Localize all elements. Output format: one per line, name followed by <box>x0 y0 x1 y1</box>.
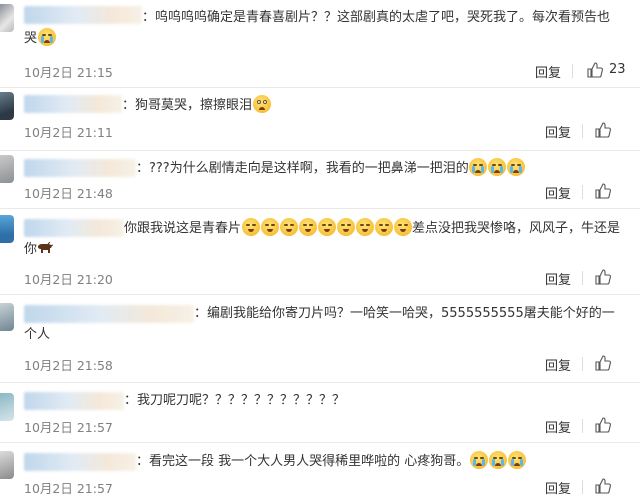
thumbs-up-icon[interactable] <box>594 182 612 200</box>
comment-date: 10月2日 21:11 <box>24 125 113 140</box>
thumbs-up-icon[interactable] <box>594 268 612 286</box>
avatar[interactable] <box>0 4 14 32</box>
crying-emoji-icon <box>37 28 56 46</box>
reply-button[interactable]: 回复 <box>545 269 571 288</box>
bull-icon <box>38 242 54 253</box>
comment-item: ：狗哥莫哭，擦擦眼泪 10月2日 21:11 回复 <box>0 88 640 148</box>
divider <box>582 480 583 494</box>
reply-button[interactable]: 回复 <box>545 355 571 374</box>
like-count: 23 <box>609 62 626 77</box>
comment-date: 10月2日 21:15 <box>24 65 113 80</box>
comment-text: ：编剧我能给你寄刀片吗？一哈笑一哈哭，5555555555屠夫能个好的一个人 <box>24 303 622 345</box>
divider <box>582 124 583 138</box>
smirk-emoji-icon <box>355 218 374 236</box>
comment-text: ：狗哥莫哭，擦擦眼泪 <box>24 95 622 116</box>
thumbs-up-icon[interactable] <box>594 121 612 139</box>
divider <box>572 64 573 78</box>
comment-item: ：???为什么剧情走向是这样啊，我看的一把鼻涕一把泪的 10月2日 21:48 … <box>0 151 640 206</box>
crying-emoji-icon <box>469 158 488 176</box>
smirk-emoji-icon <box>374 218 393 236</box>
comment-body-part-a: 你跟我说这是青春片 <box>124 221 242 236</box>
avatar[interactable] <box>0 303 14 331</box>
smirk-emoji-icon <box>241 218 260 236</box>
comment-body: ：我刀呢刀呢？？？？？？？？？？？ <box>124 393 346 408</box>
divider <box>582 357 583 371</box>
smirk-emoji-icon <box>260 218 279 236</box>
comment-text: 你跟我说这是青春片 差点没把我哭惨咯，风风子，牛还是你 <box>24 218 622 260</box>
avatar[interactable] <box>0 451 14 479</box>
comment-date: 10月2日 21:57 <box>24 481 113 496</box>
smirk-emoji-icon <box>317 218 336 236</box>
reply-button[interactable]: 回复 <box>545 478 571 497</box>
comment-body: ：狗哥莫哭，擦擦眼泪 <box>122 98 253 113</box>
comment-body: ：看完这一段 我一个大人男人哭得稀里哗啦的 心疼狗哥。 <box>136 454 470 469</box>
comment-text: ：???为什么剧情走向是这样啊，我看的一把鼻涕一把泪的 <box>24 158 622 179</box>
crying-emoji-icon <box>488 158 507 176</box>
thumbs-up-icon[interactable] <box>594 416 612 434</box>
reply-button[interactable]: 回复 <box>545 417 571 436</box>
reply-button[interactable]: 回复 <box>535 62 561 81</box>
smirk-emoji-icon <box>298 218 317 236</box>
avatar[interactable] <box>0 155 14 183</box>
thumbs-up-icon[interactable] <box>594 354 612 372</box>
thumbs-up-icon[interactable] <box>586 61 604 79</box>
crying-emoji-icon <box>507 451 526 469</box>
comment-item: 你跟我说这是青春片 差点没把我哭惨咯，风风子，牛还是你 10月2日 21:20 回… <box>0 209 640 293</box>
divider <box>582 419 583 433</box>
comment-text: ：看完这一段 我一个大人男人哭得稀里哗啦的 心疼狗哥。 <box>24 451 622 472</box>
pleading-emoji-icon <box>252 95 271 113</box>
reply-button[interactable]: 回复 <box>545 122 571 141</box>
crying-emoji-icon <box>488 451 507 469</box>
comment-item: ：编剧我能给你寄刀片吗？一哈笑一哈哭，5555555555屠夫能个好的一个人 1… <box>0 295 640 381</box>
comment-date: 10月2日 21:57 <box>24 420 113 435</box>
divider <box>582 185 583 199</box>
comment-text: ：我刀呢刀呢？？？？？？？？？？？ <box>24 390 622 411</box>
reply-button[interactable]: 回复 <box>545 183 571 202</box>
avatar[interactable] <box>0 215 14 243</box>
smirk-emoji-icon <box>279 218 298 236</box>
comment-body: ：???为什么剧情走向是这样啊，我看的一把鼻涕一把泪的 <box>136 161 469 176</box>
divider <box>582 271 583 285</box>
smirk-emoji-icon <box>336 218 355 236</box>
comment-item: ：呜呜呜呜确定是青春喜剧片？？这部剧真的太虐了吧，哭死我了。每次看预告也哭 10… <box>0 0 640 85</box>
crying-emoji-icon <box>469 451 488 469</box>
comment-text: ：呜呜呜呜确定是青春喜剧片？？这部剧真的太虐了吧，哭死我了。每次看预告也哭 <box>24 7 622 49</box>
comment-date: 10月2日 21:48 <box>24 186 113 201</box>
comment-item: ：看完这一段 我一个大人男人哭得稀里哗啦的 心疼狗哥。 10月2日 21:57 … <box>0 443 640 502</box>
comment-date: 10月2日 21:58 <box>24 358 113 373</box>
comment-date: 10月2日 21:20 <box>24 272 113 287</box>
comment-body: ：呜呜呜呜确定是青春喜剧片？？这部剧真的太虐了吧，哭死我了。每次看预告也哭 <box>24 10 611 46</box>
comment-item: ：我刀呢刀呢？？？？？？？？？？？ 10月2日 21:57 回复 <box>0 383 640 438</box>
avatar[interactable] <box>0 393 14 421</box>
comment-feed: ：呜呜呜呜确定是青春喜剧片？？这部剧真的太虐了吧，哭死我了。每次看预告也哭 10… <box>0 0 640 502</box>
comment-body: ：编剧我能给你寄刀片吗？一哈笑一哈哭，5555555555屠夫能个好的一个人 <box>24 306 615 342</box>
thumbs-up-icon[interactable] <box>594 477 612 495</box>
avatar[interactable] <box>0 92 14 120</box>
smirk-emoji-icon <box>393 218 412 236</box>
crying-emoji-icon <box>507 158 526 176</box>
